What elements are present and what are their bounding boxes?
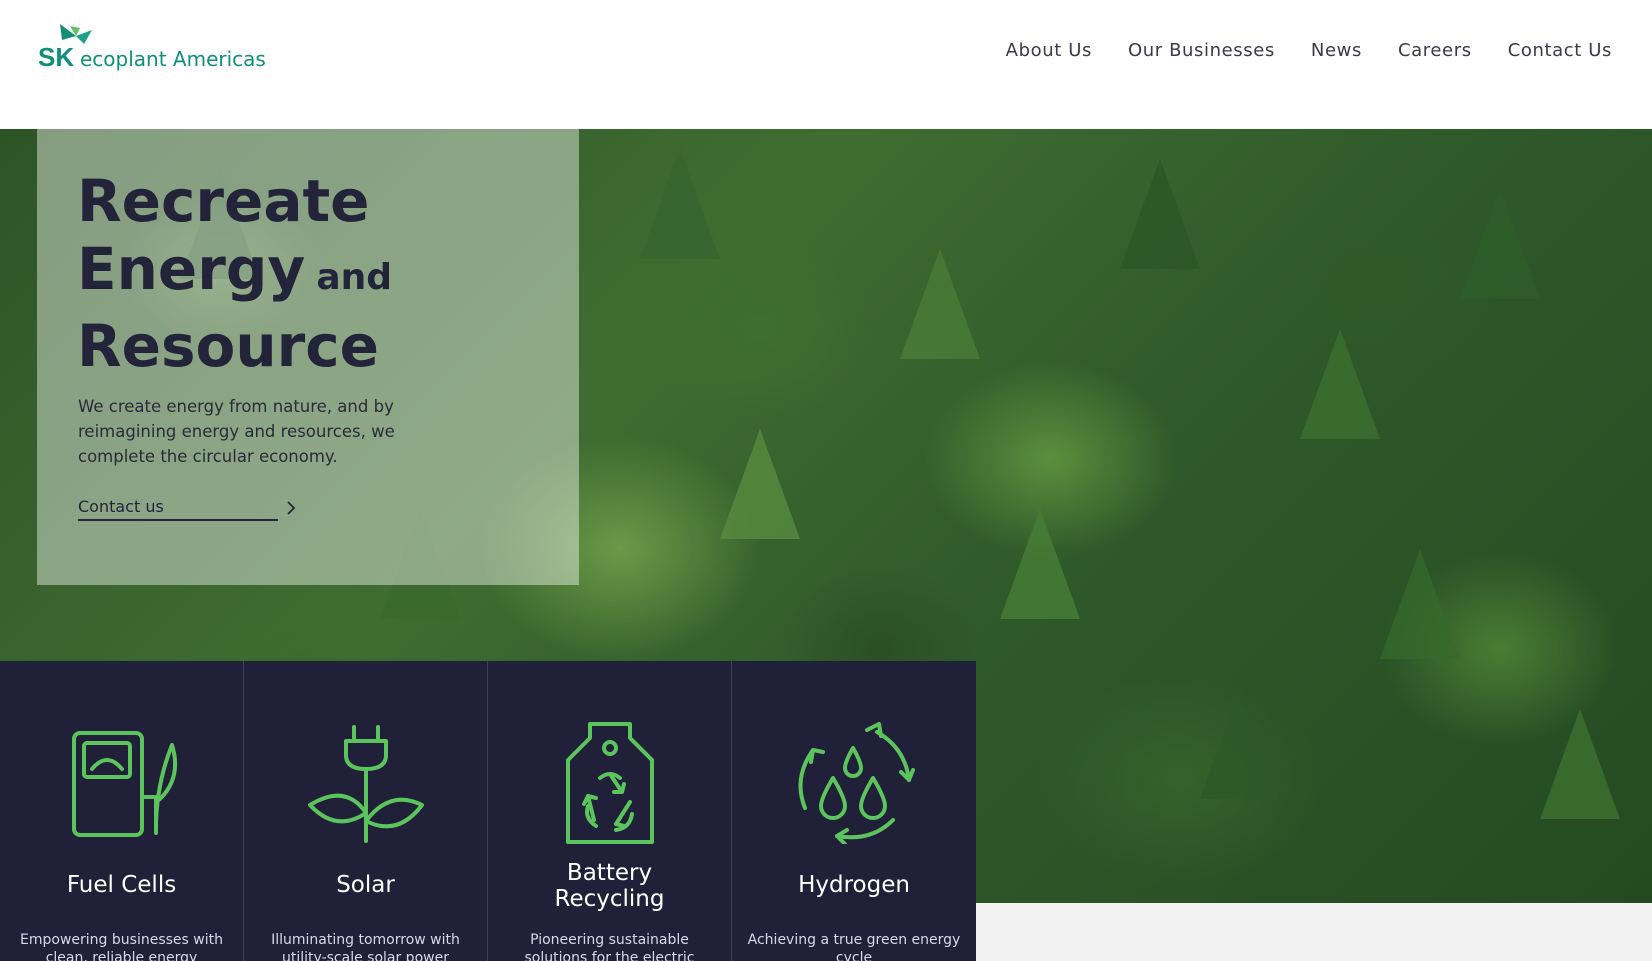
service-title: Solar xyxy=(336,872,395,898)
hero-title: Recreate Energy and Resource xyxy=(77,167,392,380)
service-title: Hydrogen xyxy=(798,872,910,898)
forest-decoration xyxy=(1380,549,1460,659)
nav-careers[interactable]: Careers xyxy=(1398,40,1472,61)
service-desc: Achieving a true green energy cycle xyxy=(747,932,961,961)
hero-title-line2: Energy xyxy=(77,235,306,303)
solar-plug-leaf-icon xyxy=(304,721,428,845)
hero-title-line1: Recreate xyxy=(77,167,370,235)
logo[interactable]: SK ecoplant Americas xyxy=(38,20,268,76)
forest-decoration xyxy=(1120,159,1200,269)
nav-news[interactable]: News xyxy=(1311,40,1362,61)
logo-name: ecoplant Americas xyxy=(80,47,266,71)
service-desc: Illuminating tomorrow with utility-scale… xyxy=(271,932,460,961)
forest-decoration xyxy=(900,249,980,359)
service-card-fuel-cells[interactable]: Fuel Cells Empowering businesses with cl… xyxy=(0,661,244,961)
forest-decoration xyxy=(720,429,800,539)
forest-decoration xyxy=(1200,689,1280,799)
forest-decoration xyxy=(640,149,720,259)
logo-sk: SK xyxy=(38,42,75,72)
nav-about-us[interactable]: About Us xyxy=(1006,40,1092,61)
service-title-line2: Recycling xyxy=(554,886,665,912)
service-title: Fuel Cells xyxy=(66,872,177,898)
main-nav: About Us Our Businesses News Careers Con… xyxy=(1006,40,1612,61)
contact-us-label: Contact us xyxy=(78,497,164,516)
hero-description: We create energy from nature, and by rei… xyxy=(78,397,395,466)
grey-section-start xyxy=(976,903,1652,961)
hero-panel: Recreate Energy and Resource We create e… xyxy=(37,129,579,585)
forest-decoration xyxy=(1540,709,1620,819)
services-row: Fuel Cells Empowering businesses with cl… xyxy=(0,661,976,961)
hydrogen-cycle-icon xyxy=(792,721,916,845)
hero-title-line3: Resource xyxy=(77,312,379,380)
site-header: SK ecoplant Americas About Us Our Busine… xyxy=(0,0,1652,129)
service-desc: Empowering businesses with clean, reliab… xyxy=(20,932,223,961)
service-card-hydrogen[interactable]: Hydrogen Achieving a true green energy c… xyxy=(732,661,976,961)
service-title-line1: Battery xyxy=(566,860,653,886)
chevron-right-icon xyxy=(287,501,296,515)
service-title: Battery Recycling xyxy=(488,860,731,912)
service-card-battery-recycling[interactable]: Battery Recycling Pioneering sustainable… xyxy=(488,661,732,961)
hero-title-and: and xyxy=(316,257,393,298)
forest-decoration xyxy=(1300,329,1380,439)
forest-decoration xyxy=(1000,509,1080,619)
forest-decoration xyxy=(1460,189,1540,299)
contact-us-link[interactable]: Contact us xyxy=(78,497,296,521)
nav-our-businesses[interactable]: Our Businesses xyxy=(1128,40,1275,61)
fuel-cell-icon xyxy=(60,721,184,845)
battery-recycle-icon xyxy=(548,721,672,845)
service-card-solar[interactable]: Solar Illuminating tomorrow with utility… xyxy=(244,661,488,961)
service-desc: Pioneering sustainable solutions for the… xyxy=(524,932,695,961)
nav-contact-us[interactable]: Contact Us xyxy=(1508,40,1612,61)
